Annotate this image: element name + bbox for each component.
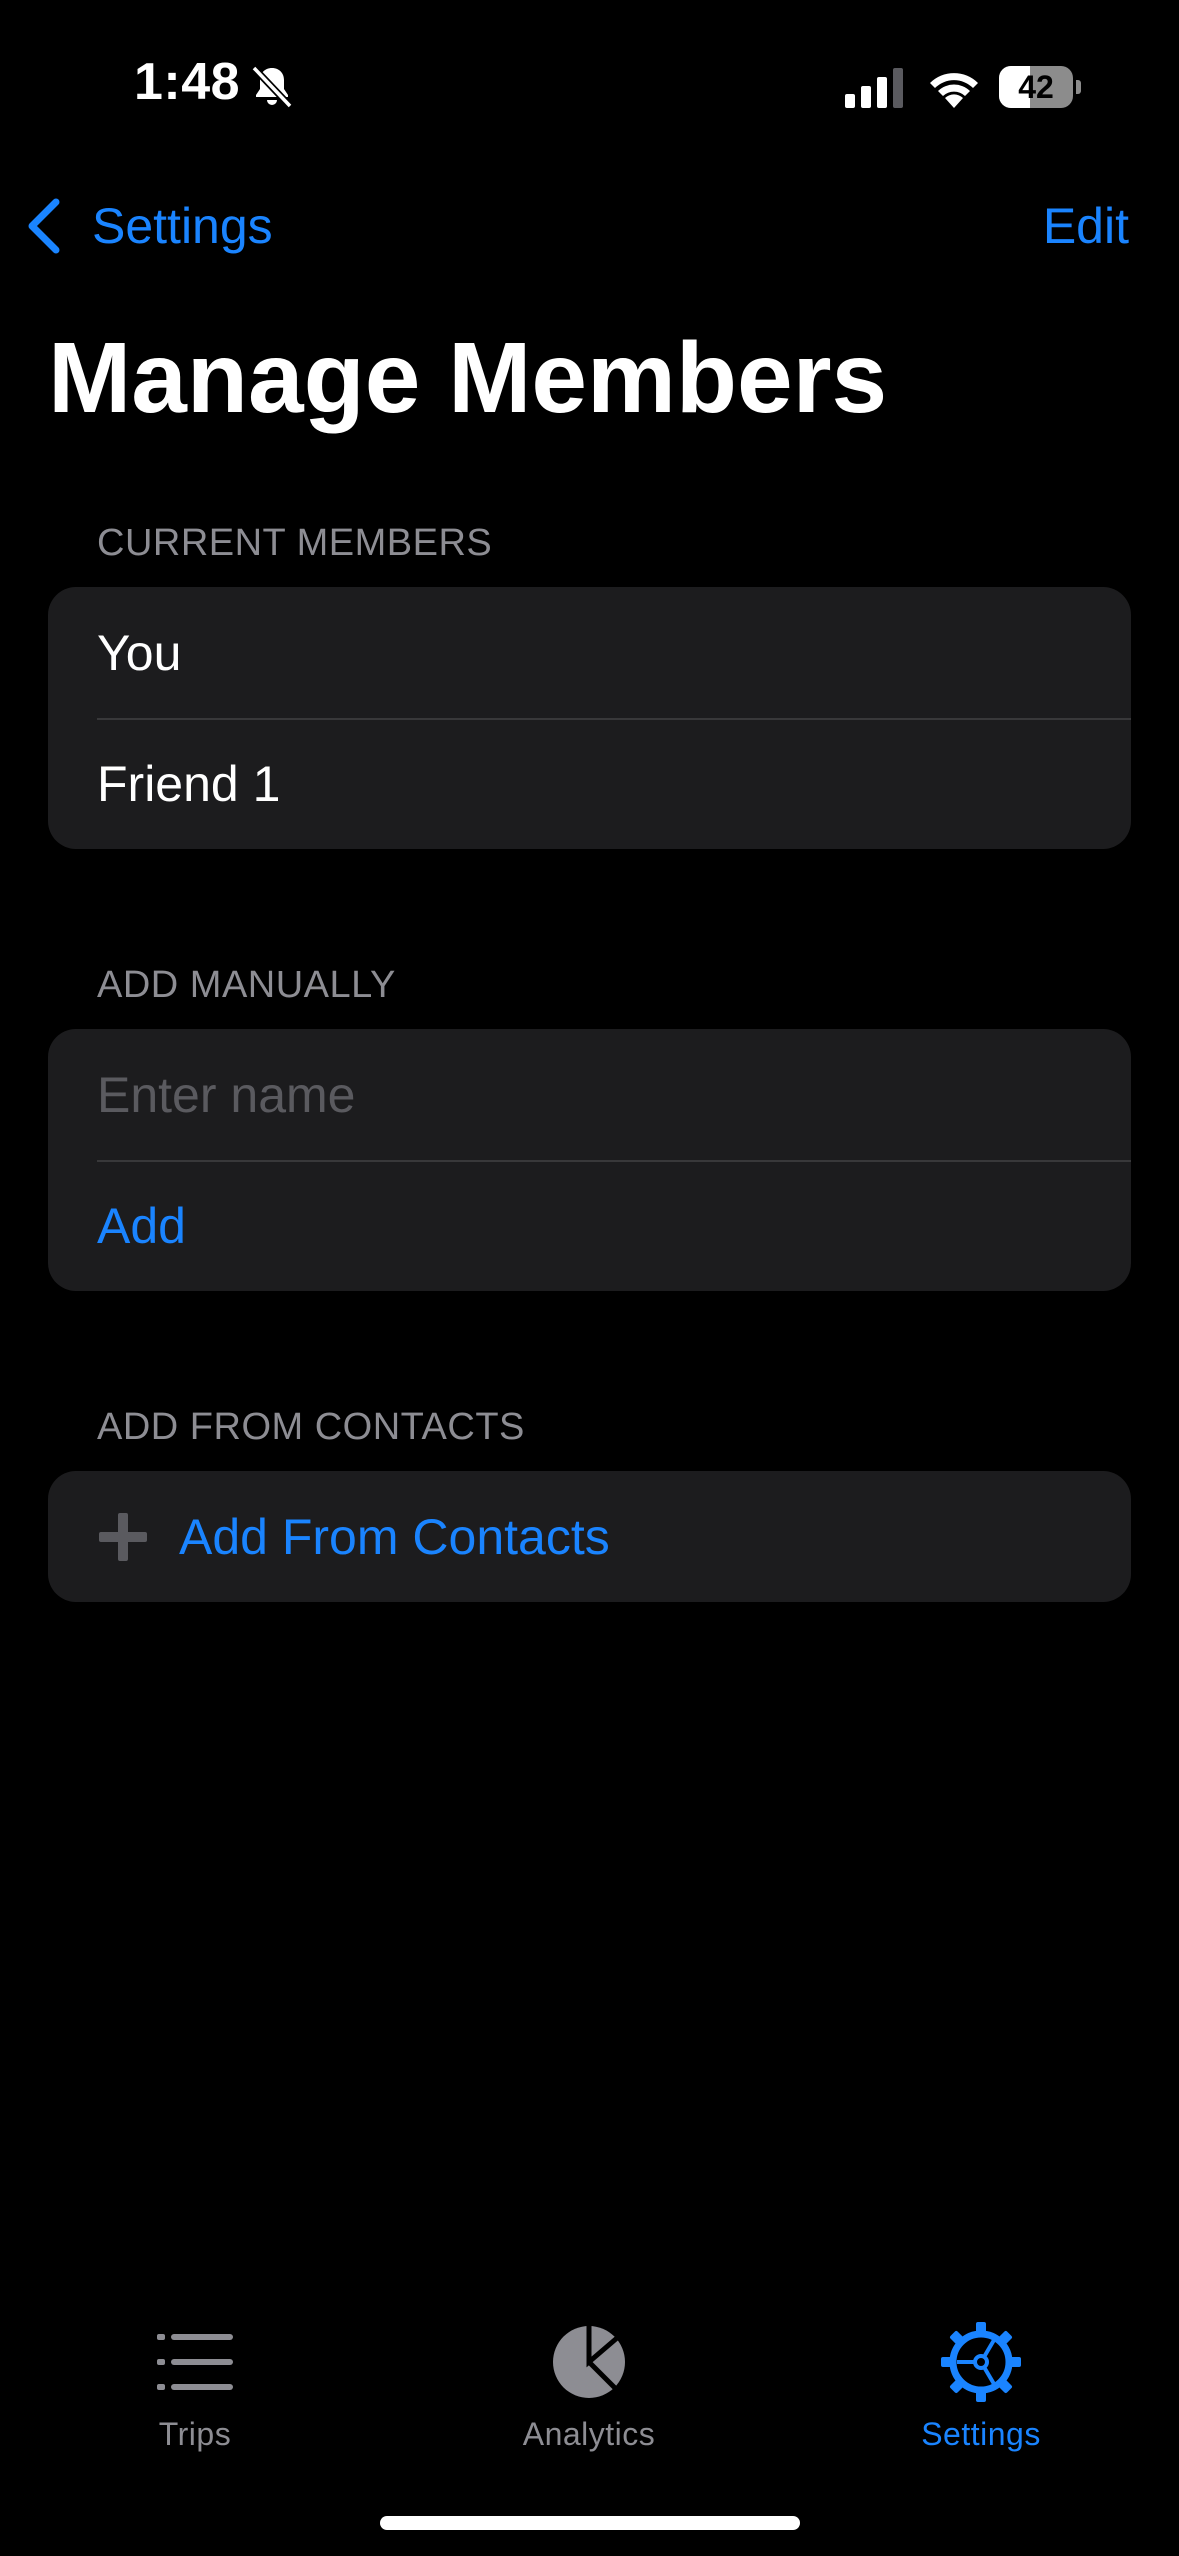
- status-time: 1:48: [134, 53, 241, 111]
- name-input[interactable]: Enter name: [97, 1066, 355, 1124]
- screen: 1:48 42 Settings Edit Manage Members CUR…: [0, 0, 1179, 2556]
- battery-level: 42: [1018, 69, 1054, 105]
- tab-analytics-label: Analytics: [522, 2416, 656, 2452]
- battery-body: 42: [999, 66, 1073, 108]
- back-button[interactable]: Settings: [24, 190, 273, 262]
- add-from-contacts-button[interactable]: Add From Contacts: [48, 1471, 1131, 1602]
- tab-analytics[interactable]: Analytics: [469, 2320, 709, 2453]
- section-header-add-from-contacts: ADD FROM CONTACTS: [97, 1406, 525, 1448]
- add-button-label: Add: [97, 1197, 186, 1254]
- add-button[interactable]: Add: [48, 1160, 1131, 1291]
- battery-indicator: 42: [999, 66, 1081, 108]
- tab-trips[interactable]: Trips: [75, 2320, 315, 2453]
- bell-slash-icon: [251, 65, 293, 109]
- gear-icon: [941, 2322, 1021, 2402]
- list-icon: [157, 2334, 233, 2390]
- edit-button[interactable]: Edit: [1043, 190, 1129, 262]
- pie-chart-icon: [553, 2326, 625, 2398]
- wifi-icon: [930, 73, 978, 108]
- cellular-signal-icon: [845, 68, 903, 108]
- section-header-add-manually: ADD MANUALLY: [97, 964, 396, 1006]
- add-from-contacts-label: Add From Contacts: [179, 1508, 610, 1565]
- back-button-label: Settings: [92, 198, 273, 254]
- current-members-list: You Friend 1: [48, 587, 1131, 849]
- tab-settings-label: Settings: [921, 2416, 1041, 2452]
- name-input-row[interactable]: Enter name: [48, 1029, 1131, 1160]
- add-from-contacts-group: Add From Contacts: [48, 1471, 1131, 1602]
- page-title: Manage Members: [48, 322, 888, 434]
- plus-icon: [99, 1512, 147, 1561]
- tab-settings[interactable]: Settings: [861, 2320, 1101, 2453]
- chevron-left-icon: [28, 198, 60, 254]
- member-row[interactable]: Friend 1: [48, 718, 1131, 849]
- battery-nub: [1076, 80, 1081, 94]
- tab-trips-label: Trips: [158, 2416, 232, 2452]
- home-indicator[interactable]: [380, 2516, 800, 2530]
- member-name: Friend 1: [97, 755, 281, 812]
- member-row[interactable]: You: [48, 587, 1131, 718]
- section-header-current-members: CURRENT MEMBERS: [97, 522, 493, 564]
- member-name: You: [97, 624, 182, 681]
- add-manually-group: Enter name Add: [48, 1029, 1131, 1291]
